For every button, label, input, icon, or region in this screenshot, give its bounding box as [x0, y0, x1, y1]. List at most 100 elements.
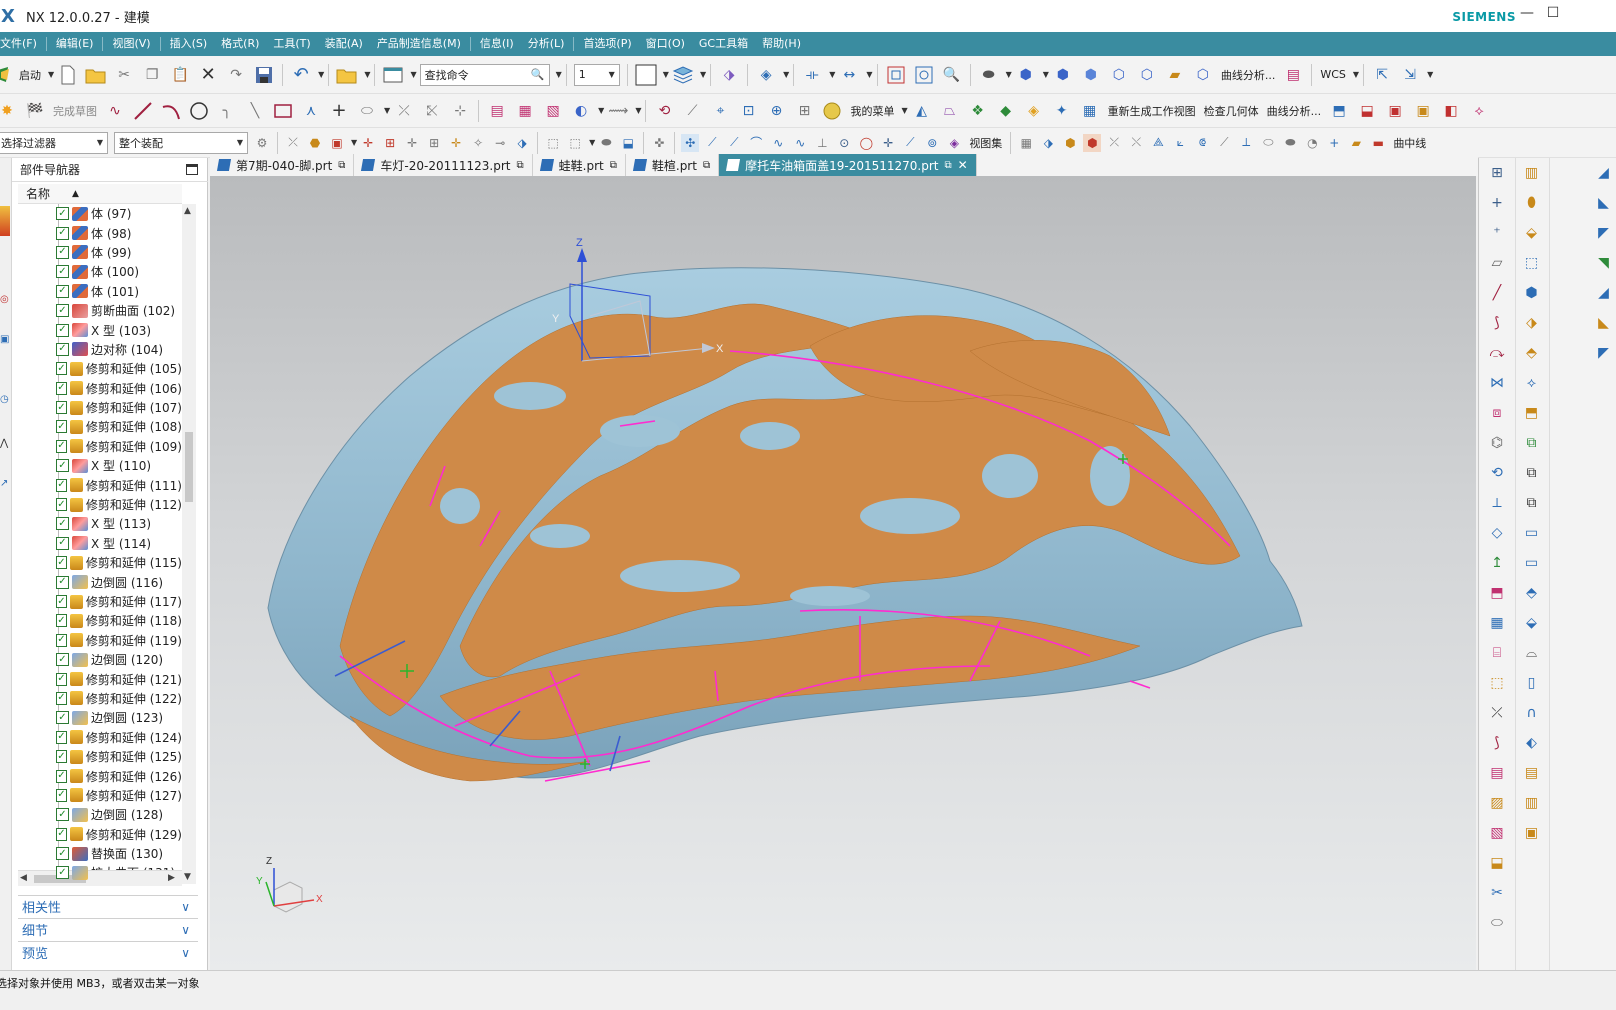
visibility-checkbox[interactable]: ✓	[56, 691, 67, 705]
navigator-row[interactable]: ✓ 修剪和延伸 (109)	[18, 436, 182, 457]
menu-format[interactable]: 格式(R)	[214, 32, 266, 56]
studio-icon[interactable]: ▰	[1164, 64, 1186, 86]
visibility-checkbox[interactable]: ✓	[56, 711, 69, 725]
panel-tool-c-icon[interactable]: ◤	[1593, 222, 1615, 244]
face-blend-icon[interactable]: ⬒	[1521, 402, 1543, 424]
n-sided-icon[interactable]: ⟡	[1521, 372, 1543, 394]
extrude-tool-icon[interactable]: ▥	[1521, 162, 1543, 184]
snap-cross-icon[interactable]: ✛	[879, 134, 897, 152]
inferred-icon[interactable]: ⊞	[793, 100, 815, 122]
panel-tool-a-icon[interactable]: ◢	[1593, 162, 1615, 184]
navigator-row[interactable]: ✓ 体 (99)	[18, 242, 182, 263]
menu-insert[interactable]: 插入(S)	[163, 32, 215, 56]
tab-document-3[interactable]: 蛙鞋.prt ⧉	[533, 154, 626, 176]
offset-tool-icon[interactable]: ⧈	[1486, 402, 1508, 424]
snap-circle-icon[interactable]: ◯	[857, 134, 875, 152]
menu-file[interactable]: 文件(F)	[0, 32, 44, 56]
curve-analysis-icon[interactable]: ▤	[1282, 64, 1304, 86]
menu-view[interactable]: 视图(V)	[105, 32, 157, 56]
navigator-row[interactable]: ✓ 修剪和延伸 (127)	[18, 785, 182, 806]
visibility-checkbox[interactable]: ✓	[56, 633, 67, 647]
navigator-row[interactable]: ✓ 修剪和延伸 (126)	[18, 766, 182, 787]
navigator-row[interactable]: ✓ 修剪和延伸 (119)	[18, 630, 182, 651]
fill-tool-icon[interactable]: ⬚	[1486, 672, 1508, 694]
visibility-checkbox[interactable]: ✓	[56, 769, 67, 783]
navigator-row[interactable]: ✓ 边倒圆 (123)	[18, 708, 182, 728]
revolve-tool-icon[interactable]: ⬮	[1521, 192, 1543, 214]
studio-tool-icon[interactable]: ▨	[1486, 792, 1508, 814]
visibility-checkbox[interactable]: ✓	[56, 265, 69, 279]
tab-document-5[interactable]: 摩托车油箱面盖19-201511270.prt ⧉ ✕	[719, 154, 977, 176]
polyline-tool-icon[interactable]: ⋈	[1486, 372, 1508, 394]
navigator-row[interactable]: ✓ 边对称 (104)	[18, 339, 182, 360]
spline-tool-icon[interactable]: ⤼	[1486, 342, 1508, 364]
check-geometry-button[interactable]: 检查几何体	[1204, 103, 1259, 119]
fillet-icon[interactable]: ╮	[216, 100, 238, 122]
snap-perp-icon[interactable]: ⊥	[813, 134, 831, 152]
project-tool-icon[interactable]: ↥	[1486, 552, 1508, 574]
make-corner-icon[interactable]: ⊹	[449, 100, 471, 122]
snap-midpoint-icon[interactable]: ⟋	[725, 134, 743, 152]
shaded-edges-icon[interactable]: ⬢	[1052, 64, 1074, 86]
navigator-row[interactable]: ✓ 替换面 (130)	[18, 843, 182, 864]
circle-icon[interactable]	[188, 100, 210, 122]
navigator-maximize-icon[interactable]	[186, 164, 198, 175]
pattern-curve-icon[interactable]: ▦	[514, 100, 536, 122]
visibility-checkbox[interactable]: ✓	[56, 847, 69, 861]
model-canvas[interactable]: Z X Y Z X Y	[210, 176, 1476, 970]
plus-icon[interactable]: +	[1325, 134, 1343, 152]
scroll-right-icon[interactable]: ▶	[168, 873, 175, 883]
snap-mid-icon[interactable]: ⊞	[381, 134, 399, 152]
visibility-checkbox[interactable]: ✓	[56, 672, 67, 686]
visibility-checkbox[interactable]: ✓	[56, 750, 67, 764]
visibility-checkbox[interactable]: ✓	[56, 556, 67, 570]
surface-b-icon[interactable]: ⏢	[939, 100, 961, 122]
navigator-row[interactable]: ✓ 边倒圆 (128)	[18, 805, 182, 825]
tool-a-icon[interactable]: ⤫	[1105, 134, 1123, 152]
menu-tools[interactable]: 工具(T)	[266, 32, 317, 56]
visibility-checkbox[interactable]: ✓	[56, 362, 67, 376]
lasso-icon[interactable]: ⬚	[544, 134, 562, 152]
snap-face-icon[interactable]: ⊚	[923, 134, 941, 152]
view-set-button[interactable]: 视图集	[969, 135, 1002, 151]
fit-curve-icon[interactable]: ⟲	[1486, 462, 1508, 484]
swoop-icon[interactable]: ⬗	[1521, 312, 1543, 334]
layer-select[interactable]: 1 ▼	[573, 63, 620, 86]
menu-assembly[interactable]: 装配(A)	[318, 32, 370, 56]
select-feature-icon[interactable]: ⤫	[284, 134, 302, 152]
tool-f-icon[interactable]: ⟋	[1215, 134, 1233, 152]
open-recent-icon[interactable]	[336, 64, 358, 86]
quick-trim-icon[interactable]: ⤫	[393, 100, 415, 122]
visibility-checkbox[interactable]: ✓	[56, 517, 69, 531]
navigator-hscrollbar[interactable]: ◀ ▶	[18, 870, 182, 886]
view-c-icon[interactable]: ⬢	[1083, 133, 1102, 152]
navigator-row[interactable]: ✓ 修剪和延伸 (115)	[18, 553, 182, 573]
visibility-checkbox[interactable]: ✓	[56, 401, 67, 415]
bridge-tool-icon[interactable]: ⬒	[1486, 582, 1508, 604]
layer-tool-icon[interactable]: ⬘	[1521, 582, 1543, 604]
selection-scope-select[interactable]: 整个装配 ▼	[114, 131, 248, 154]
surface-d-icon[interactable]: ◆	[995, 100, 1017, 122]
point-icon[interactable]: +	[328, 100, 350, 122]
polygon-icon[interactable]: ⋏	[300, 100, 322, 122]
trim-tool-icon[interactable]: ⟆	[1486, 732, 1508, 754]
paste-icon[interactable]: 📋	[169, 64, 191, 86]
tool-g-icon[interactable]: ⟂	[1237, 134, 1255, 152]
slab-tool-icon[interactable]: ▭	[1521, 552, 1543, 574]
visibility-checkbox[interactable]: ✓	[56, 459, 69, 473]
sketch-icon[interactable]: ✸	[0, 100, 18, 122]
flange-tool-icon[interactable]: ⌓	[1521, 642, 1543, 664]
rectangle-icon[interactable]	[272, 100, 294, 122]
visibility-checkbox[interactable]: ✓	[56, 381, 67, 395]
maximize-button[interactable]: ☐	[1546, 6, 1560, 20]
menu-analysis[interactable]: 分析(L)	[521, 32, 572, 56]
new-file-icon[interactable]	[57, 64, 79, 86]
navigator-row[interactable]: ✓ 修剪和延伸 (111)	[18, 475, 182, 496]
line-tool-icon[interactable]: ╱	[1486, 282, 1508, 304]
view-a-icon[interactable]: ⬗	[1039, 134, 1057, 152]
isoparam-icon[interactable]: ◇	[1486, 522, 1508, 544]
navigator-row[interactable]: ✓ 体 (97)	[18, 204, 182, 224]
grid-view-icon[interactable]: ▦	[1017, 134, 1035, 152]
my-menu-button[interactable]: 我的菜单	[850, 103, 894, 119]
tab-document-1[interactable]: 第7期-040-脚.prt ⧉	[210, 154, 355, 176]
